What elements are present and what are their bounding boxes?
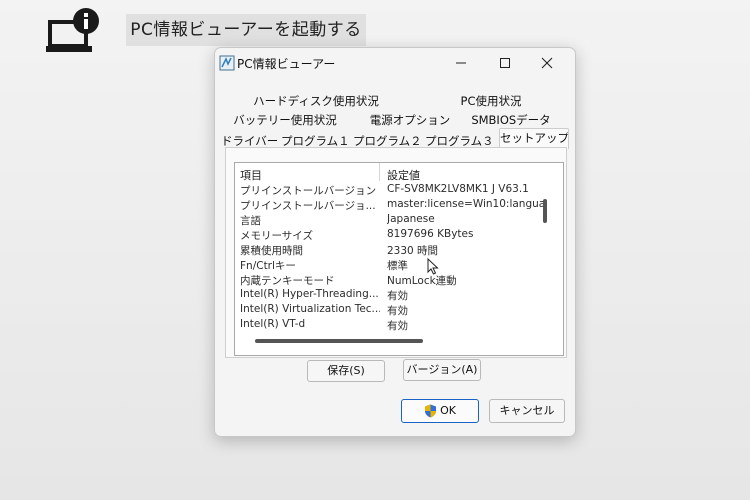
tab-setup[interactable]: セットアップ xyxy=(499,128,569,149)
pc-info-viewer-window: PC情報ビューアー ハードディスク使用状況 PC使用状況 バッテリー使用状況 電… xyxy=(214,47,576,437)
version-button[interactable]: バージョン(A) xyxy=(403,359,481,381)
row-name: 累積使用時間 xyxy=(240,245,303,257)
close-icon[interactable] xyxy=(537,54,557,72)
table-row[interactable]: Fn/Ctrlキー 標準 xyxy=(235,258,545,273)
column-header-item[interactable]: 項目 xyxy=(240,167,262,183)
cancel-button[interactable]: キャンセル xyxy=(489,399,565,423)
row-name: Intel(R) Virtualization Tec... xyxy=(240,303,380,315)
ok-button[interactable]: OK xyxy=(401,399,479,423)
row-value: 有効 xyxy=(387,305,408,317)
row-name: プリインストールバージョン xyxy=(240,185,377,197)
horizontal-scrollbar-thumb[interactable] xyxy=(255,339,423,343)
table-row[interactable]: メモリーサイズ 8197696 KBytes xyxy=(235,228,545,243)
table-row[interactable]: プリインストールバージョ... master:license=Win10:lan… xyxy=(235,198,545,213)
table-row[interactable]: プリインストールバージョン CF-SV8MK2LV8MK1 J V63.1 xyxy=(235,183,545,198)
table-row[interactable]: 内蔵テンキーモード NumLock連動 xyxy=(235,273,545,288)
row-name: 言語 xyxy=(240,215,261,227)
table-row[interactable]: 言語 Japanese xyxy=(235,213,545,228)
row-value: 標準 xyxy=(387,260,408,272)
row-name: メモリーサイズ xyxy=(240,230,313,242)
row-value: 有効 xyxy=(387,290,408,302)
launch-caption: PC情報ビューアーを起動する xyxy=(126,14,366,46)
table-row[interactable]: 累積使用時間 2330 時間 xyxy=(235,243,545,258)
column-divider[interactable] xyxy=(379,163,380,181)
tab-hdd-usage[interactable]: ハードディスク使用状況 xyxy=(251,92,381,110)
tab-panel: 項目 設定値 プリインストールバージョン CF-SV8MK2LV8MK1 J V… xyxy=(225,147,567,358)
list-header: 項目 設定値 xyxy=(235,163,563,183)
tab-pc-usage[interactable]: PC使用状況 xyxy=(441,92,541,110)
table-row[interactable]: Intel(R) VT-d 有効 xyxy=(235,318,545,333)
title-bar[interactable]: PC情報ビューアー xyxy=(215,48,575,78)
save-button[interactable]: 保存(S) xyxy=(307,360,385,382)
row-value: 2330 時間 xyxy=(387,245,439,257)
row-name: Intel(R) Hyper-Threading... xyxy=(240,288,379,300)
row-value: NumLock連動 xyxy=(387,275,457,287)
column-header-value[interactable]: 設定値 xyxy=(387,167,420,183)
tab-battery-usage[interactable]: バッテリー使用状況 xyxy=(229,111,341,129)
pc-info-viewer-icon xyxy=(219,55,235,71)
vertical-scrollbar-thumb[interactable] xyxy=(543,199,547,223)
row-name: Intel(R) VT-d xyxy=(240,318,306,330)
row-name: Fn/Ctrlキー xyxy=(240,260,296,272)
maximize-icon[interactable] xyxy=(495,54,515,72)
row-value: 8197696 KBytes xyxy=(387,228,474,240)
ok-label: OK xyxy=(440,404,456,417)
minimize-icon[interactable] xyxy=(451,54,471,72)
tab-power-options[interactable]: 電源オプション xyxy=(365,111,455,129)
mouse-pointer-icon xyxy=(427,258,439,275)
table-row[interactable]: Intel(R) Virtualization Tec... 有効 xyxy=(235,303,545,318)
table-row[interactable]: Intel(R) Hyper-Threading... 有効 xyxy=(235,288,545,303)
row-value: 有効 xyxy=(387,320,408,332)
row-name: 内蔵テンキーモード xyxy=(240,275,335,287)
row-value: CF-SV8MK2LV8MK1 J V63.1 xyxy=(387,183,529,195)
window-title: PC情報ビューアー xyxy=(237,57,336,71)
row-name: プリインストールバージョ... xyxy=(240,200,376,212)
tab-smbios-data[interactable]: SMBIOSデータ xyxy=(467,111,555,129)
settings-list[interactable]: 項目 設定値 プリインストールバージョン CF-SV8MK2LV8MK1 J V… xyxy=(234,162,564,356)
uac-shield-icon xyxy=(425,404,437,418)
row-value: master:license=Win10:languag xyxy=(387,198,545,210)
laptop-info-icon xyxy=(46,8,99,52)
row-value: Japanese xyxy=(387,213,435,225)
